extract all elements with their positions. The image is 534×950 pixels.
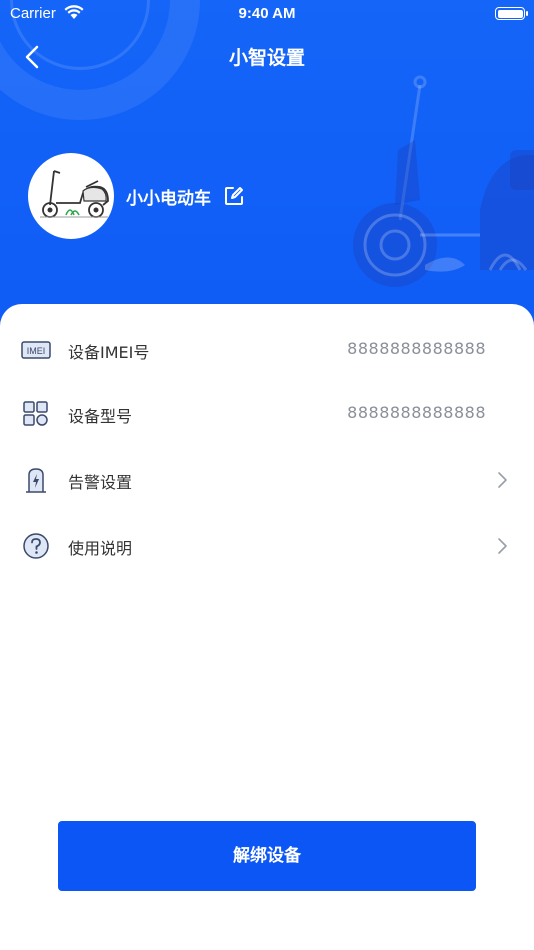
row-label: 设备IMEI号 xyxy=(68,343,150,362)
scooter-icon xyxy=(40,170,109,218)
scooter-background-illustration xyxy=(353,75,534,287)
clock: 9:40 AM xyxy=(238,5,296,22)
edit-icon[interactable] xyxy=(224,186,244,206)
row-label: 设备型号 xyxy=(68,407,133,426)
device-avatar[interactable] xyxy=(28,153,114,239)
row-instructions[interactable]: 使用说明 xyxy=(0,518,534,572)
battery-icon xyxy=(495,7,528,20)
row-model: 设备型号 8888888888888 xyxy=(0,386,534,440)
chevron-right-icon xyxy=(498,538,507,554)
imei-value: 8888888888888 xyxy=(347,339,486,358)
grid-icon xyxy=(23,401,48,426)
page-title: 小智设置 xyxy=(228,47,305,69)
row-label: 告警设置 xyxy=(68,473,133,492)
device-name: 小小电动车 xyxy=(126,189,211,209)
row-imei: IMEI 设备IMEI号 8888888888888 xyxy=(0,322,534,376)
chevron-right-icon xyxy=(498,472,507,488)
status-bar: Carrier 9:40 AM xyxy=(0,0,534,28)
unbind-device-button[interactable]: 解绑设备 xyxy=(58,821,476,891)
row-label: 使用说明 xyxy=(68,539,133,558)
row-alarm-settings[interactable]: 告警设置 xyxy=(0,452,534,506)
model-value: 8888888888888 xyxy=(347,403,486,422)
help-icon xyxy=(23,533,49,559)
imei-icon: IMEI xyxy=(21,341,51,359)
imei-icon-text: IMEI xyxy=(27,346,46,356)
alarm-battery-icon xyxy=(26,468,46,493)
